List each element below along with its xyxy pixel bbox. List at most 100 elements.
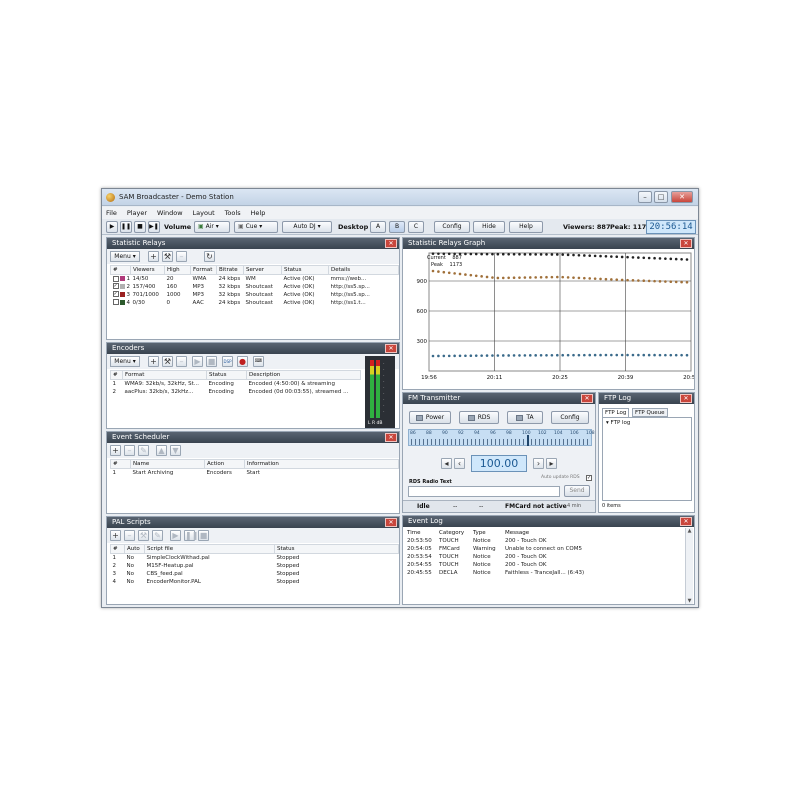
fm-config-button[interactable]: Config — [551, 411, 589, 424]
stop-icon[interactable]: ■ — [198, 530, 209, 541]
desktop-b-button[interactable]: B — [389, 221, 405, 233]
menu-button[interactable]: Menu ▾ — [110, 356, 140, 367]
col-auto[interactable]: Auto — [124, 544, 145, 554]
add-icon[interactable]: + — [110, 445, 121, 456]
col-details[interactable]: Details — [328, 265, 399, 275]
relay-checkbox[interactable] — [112, 299, 119, 306]
power-button[interactable]: Power — [409, 411, 451, 424]
table-row[interactable]: 1 Start Archiving Encoders Start — [111, 469, 399, 477]
list-item[interactable]: 20:53:54 TOUCH Notice 200 - Touch OK — [405, 553, 685, 561]
table-row[interactable]: 1 No SimpleClockWithad.pal Stopped — [111, 554, 399, 562]
desktop-a-button[interactable]: A — [370, 221, 386, 233]
close-icon[interactable]: ✕ — [680, 239, 692, 248]
maximize-icon[interactable]: □ — [654, 191, 668, 203]
play-icon[interactable]: ▶ — [192, 356, 203, 367]
add-icon[interactable]: + — [148, 251, 159, 262]
help-button[interactable]: Help — [509, 221, 543, 233]
menu-tools[interactable]: Tools — [221, 207, 245, 219]
col-script-file[interactable]: Script file — [144, 544, 275, 554]
hide-button[interactable]: Hide — [473, 221, 505, 233]
autodj-button[interactable]: Auto DJ ▾ — [282, 221, 332, 233]
rds-text-input[interactable] — [408, 486, 560, 497]
close-icon[interactable]: ✕ — [385, 344, 397, 353]
col-num[interactable]: # — [110, 265, 131, 275]
col-num[interactable]: # — [110, 370, 123, 380]
config-button[interactable]: Config — [434, 221, 470, 233]
col-action[interactable]: Action — [204, 459, 245, 469]
rds-button[interactable]: RDS — [459, 411, 499, 424]
list-item[interactable]: 20:53:50 TOUCH Notice 200 - Touch OK — [405, 537, 685, 545]
relay-checkbox[interactable]: ✓ — [112, 291, 119, 298]
col-num[interactable]: # — [110, 544, 125, 554]
tools-icon[interactable]: ⚒ — [162, 251, 173, 262]
edit-icon[interactable]: ✎ — [138, 445, 149, 456]
close-icon[interactable]: ✕ — [680, 517, 692, 526]
remove-icon[interactable]: – — [176, 356, 187, 367]
menu-window[interactable]: Window — [153, 207, 187, 219]
menu-file[interactable]: File — [102, 207, 121, 219]
pause-icon[interactable]: ❚❚ — [184, 530, 198, 541]
tools-icon[interactable]: ⚒ — [162, 356, 173, 367]
scroll-up-icon[interactable]: ▲ — [686, 528, 693, 534]
remove-icon[interactable]: – — [124, 530, 135, 541]
col-name[interactable]: Name — [130, 459, 205, 469]
move-down-icon[interactable]: ▼ — [170, 445, 181, 456]
col-bitrate[interactable]: Bitrate — [216, 265, 244, 275]
play-icon[interactable]: ▶ — [170, 530, 181, 541]
table-row[interactable]: 2 aacPlus: 32kb/s, 32kHz... Encoding Encode… — [111, 388, 361, 396]
menu-button[interactable]: Menu ▾ — [110, 251, 140, 262]
auto-update-checkbox[interactable]: ✓ — [586, 475, 592, 481]
next-icon[interactable]: ▶❚ — [148, 221, 160, 233]
relay-checkbox[interactable]: ✓ — [112, 283, 119, 290]
ftp-tree-item[interactable]: ▾ FTP log — [606, 420, 630, 426]
add-icon[interactable]: + — [110, 530, 121, 541]
col-status[interactable]: Status — [206, 370, 247, 380]
table-row[interactable]: ✓ 2 157/400 160 MP3 32 kbps Shoutcast Active (O… — [111, 283, 399, 291]
refresh-icon[interactable]: ↻ — [204, 251, 215, 262]
col-format[interactable]: Format — [190, 265, 217, 275]
seek-up-icon[interactable]: ▸ — [546, 458, 557, 469]
stop-icon[interactable]: ■ — [134, 221, 146, 233]
table-row[interactable]: 4 No EncoderMonitor.PAL Stopped — [111, 578, 399, 586]
menu-player[interactable]: Player — [123, 207, 151, 219]
close-icon[interactable]: ✕ — [680, 394, 692, 403]
relay-checkbox[interactable] — [112, 275, 119, 282]
col-description[interactable]: Description — [246, 370, 361, 380]
list-item[interactable]: 20:45:55 DECLA Notice Faithless - TranceJal… — [405, 569, 685, 577]
tab-ftp-queue[interactable]: FTP Queue — [632, 408, 668, 417]
stop-icon[interactable]: ■ — [206, 356, 217, 367]
col-time[interactable]: Time — [405, 528, 437, 537]
list-item[interactable]: 20:54:05 FMCard Warning Unable to connect o… — [405, 545, 685, 553]
col-num[interactable]: # — [110, 459, 131, 469]
close-icon[interactable]: ✕ — [385, 239, 397, 248]
table-row[interactable]: 1 14/50 20 WMA 24 kbps WM Active (OK) mms://web… — [111, 275, 399, 283]
keyboard-icon[interactable]: ⌨ — [253, 356, 264, 367]
col-high[interactable]: High — [164, 265, 191, 275]
menu-layout[interactable]: Layout — [189, 207, 219, 219]
edit-icon[interactable]: ✎ — [152, 530, 163, 541]
minimize-icon[interactable]: – — [638, 191, 652, 203]
play-icon[interactable]: ▶ — [106, 221, 118, 233]
record-icon[interactable]: ● — [237, 356, 248, 367]
air-select[interactable]: ▣ Air ▾ — [194, 221, 230, 233]
cue-select[interactable]: ▣ Cue ▾ — [234, 221, 278, 233]
close-icon[interactable]: ✕ — [385, 433, 397, 442]
add-icon[interactable]: + — [148, 356, 159, 367]
col-type[interactable]: Type — [471, 528, 503, 537]
ta-button[interactable]: TA — [507, 411, 543, 424]
table-row[interactable]: 4 0/30 0 AAC 24 kbps Shoutcast Active (OK) http… — [111, 299, 399, 307]
table-row[interactable]: 1 WMA9: 32kb/s, 32kHz, St... Encoding Encod… — [111, 380, 361, 388]
table-row[interactable]: ✓ 3 701/1000 1000 MP3 32 kbps Shoutcast Active … — [111, 291, 399, 299]
col-format[interactable]: Format — [122, 370, 207, 380]
desktop-c-button[interactable]: C — [408, 221, 424, 233]
col-viewers[interactable]: Viewers — [130, 265, 165, 275]
tab-ftp-log[interactable]: FTP Log — [602, 408, 630, 417]
col-message[interactable]: Message — [503, 528, 685, 537]
col-category[interactable]: Category — [437, 528, 471, 537]
dsp-icon[interactable]: DSP — [222, 356, 233, 367]
menu-help[interactable]: Help — [247, 207, 270, 219]
col-information[interactable]: Information — [244, 459, 399, 469]
remove-icon[interactable]: – — [176, 251, 187, 262]
table-row[interactable]: 2 No M15F-Heatup.pal Stopped — [111, 562, 399, 570]
table-row[interactable]: 3 No CBS_feed.pal Stopped — [111, 570, 399, 578]
